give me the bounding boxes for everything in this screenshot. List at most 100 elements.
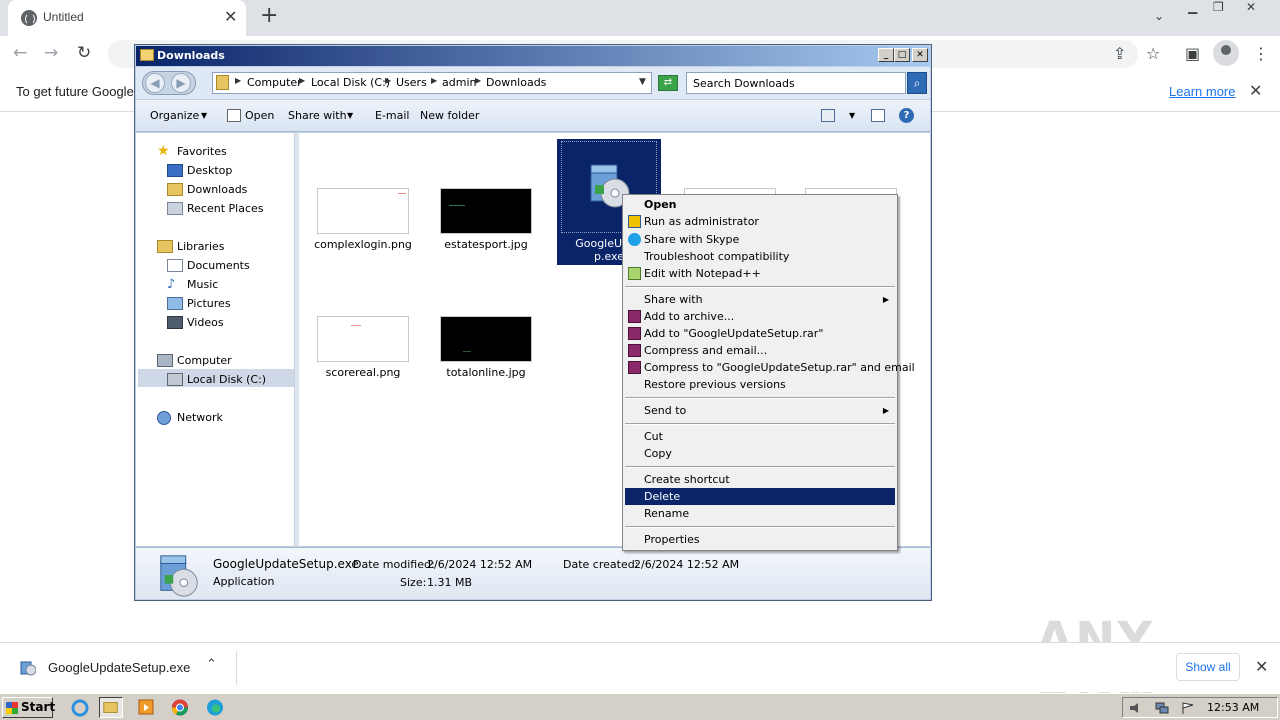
reload-icon[interactable]: ↻ (77, 43, 91, 63)
explorer-address-bar[interactable]: ▶ Computer ▶ Local Disk (C:) ▶ Users ▶ a… (212, 72, 652, 94)
nav-computer[interactable]: Computer (177, 354, 232, 367)
clock[interactable]: 12:53 AM (1207, 701, 1259, 714)
breadcrumb-computer[interactable]: Computer (247, 76, 302, 89)
menu-item-add-rar[interactable]: Add to "GoogleUpdateSetup.rar" (625, 325, 895, 342)
menu-item-properties[interactable]: Properties (625, 531, 895, 548)
nav-documents[interactable]: Documents (187, 259, 250, 272)
menu-item-open[interactable]: Open (625, 196, 895, 213)
breadcrumb-local-disk[interactable]: Local Disk (C:) (311, 76, 390, 89)
nav-videos[interactable]: Videos (187, 316, 224, 329)
restore-icon[interactable]: ❐ (1213, 0, 1224, 14)
file-name[interactable]: totalonline.jpg (431, 366, 541, 379)
email-button[interactable]: E-mail (375, 109, 410, 122)
breadcrumb-downloads[interactable]: Downloads (486, 76, 546, 89)
forward-arrow-icon[interactable]: → (44, 43, 58, 63)
breadcrumb-admin[interactable]: admin (442, 76, 476, 89)
file-thumbnail[interactable] (317, 188, 409, 234)
menu-item-edit-notepad[interactable]: Edit with Notepad++ (625, 265, 895, 282)
internet-explorer-icon[interactable] (68, 697, 92, 718)
explorer-maximize-button[interactable]: □ (894, 48, 910, 62)
address-dropdown-icon[interactable]: ▼ (639, 77, 646, 87)
file-thumbnail[interactable] (440, 316, 532, 362)
volume-icon[interactable] (1129, 702, 1143, 714)
breadcrumb-arrow-icon[interactable]: ▶ (299, 76, 305, 85)
menu-item-cut[interactable]: Cut (625, 428, 895, 445)
help-icon[interactable]: ? (899, 108, 914, 123)
search-input[interactable]: Search Downloads (686, 72, 906, 94)
breadcrumb-arrow-icon[interactable]: ▶ (235, 76, 241, 85)
menu-item-add-archive[interactable]: Add to archive... (625, 308, 895, 325)
menu-item-run-as-admin[interactable]: Run as administrator (625, 213, 895, 230)
menu-item-delete[interactable]: Delete (625, 488, 895, 505)
menu-item-troubleshoot[interactable]: Troubleshoot compatibility (625, 248, 895, 265)
explorer-close-button[interactable]: ✕ (912, 48, 928, 62)
breadcrumb-arrow-icon[interactable]: ▶ (431, 76, 437, 85)
bookmark-star-icon[interactable]: ☆ (1146, 44, 1160, 63)
nav-network[interactable]: Network (177, 411, 223, 424)
side-panel-icon[interactable]: ▣ (1185, 44, 1200, 63)
nav-local-disk[interactable]: Local Disk (C:) (187, 373, 266, 386)
tab-search-chevron-icon[interactable]: ⌄ (1154, 9, 1164, 23)
learn-more-link[interactable]: Learn more (1169, 84, 1235, 99)
nav-favorites[interactable]: Favorites (177, 145, 227, 158)
explorer-forward-icon[interactable]: ▶ (171, 73, 191, 93)
explorer-taskbar-icon[interactable] (99, 697, 123, 718)
menu-item-compress-rar-email[interactable]: Compress to "GoogleUpdateSetup.rar" and … (625, 359, 915, 376)
menu-item-restore[interactable]: Restore previous versions (625, 376, 895, 393)
breadcrumb-arrow-icon[interactable]: ▶ (475, 76, 481, 85)
infobar-close-icon[interactable]: ✕ (1249, 81, 1262, 100)
nav-recent-places[interactable]: Recent Places (187, 202, 264, 215)
refresh-icon[interactable]: ⇄ (658, 75, 678, 91)
close-download-shelf-icon[interactable]: ✕ (1255, 657, 1268, 676)
breadcrumb-users[interactable]: Users (396, 76, 427, 89)
close-tab-icon[interactable]: ✕ (224, 7, 237, 26)
edge-icon[interactable] (203, 697, 227, 718)
minimize-icon[interactable]: ▁ (1188, 0, 1197, 14)
profile-avatar[interactable] (1213, 40, 1239, 66)
window-close-icon[interactable]: ✕ (1246, 0, 1256, 14)
share-icon[interactable]: ⇪ (1113, 44, 1126, 63)
chrome-icon[interactable] (168, 697, 192, 718)
menu-item-share-skype[interactable]: Share with Skype (625, 231, 895, 248)
download-item-name[interactable]: GoogleUpdateSetup.exe (48, 660, 190, 675)
share-with-button[interactable]: Share with (288, 109, 347, 122)
organize-button[interactable]: Organize (150, 109, 199, 122)
breadcrumb-arrow-icon[interactable]: ▶ (385, 76, 391, 85)
menu-item-create-shortcut[interactable]: Create shortcut (625, 471, 895, 488)
media-player-icon[interactable] (134, 697, 158, 718)
file-thumbnail[interactable] (317, 316, 409, 362)
show-all-button[interactable]: Show all (1176, 653, 1240, 681)
view-dropdown-icon[interactable]: ▼ (849, 111, 855, 120)
file-name[interactable]: complexlogin.png (308, 238, 418, 251)
file-name[interactable]: estatesport.jpg (431, 238, 541, 251)
open-button[interactable]: Open (245, 109, 274, 122)
nav-downloads[interactable]: Downloads (187, 183, 247, 196)
menu-item-compress-email[interactable]: Compress and email... (625, 342, 895, 359)
nav-pictures[interactable]: Pictures (187, 297, 231, 310)
network-tray-icon[interactable] (1155, 702, 1169, 714)
explorer-back-icon[interactable]: ◀ (145, 73, 165, 93)
organize-dropdown-icon[interactable]: ▼ (201, 111, 207, 120)
nav-desktop[interactable]: Desktop (187, 164, 232, 177)
file-thumbnail[interactable] (440, 188, 532, 234)
search-icon[interactable]: ⌕ (907, 72, 927, 94)
menu-item-copy[interactable]: Copy (625, 445, 895, 462)
menu-item-share-with[interactable]: Share with ▶ (625, 291, 895, 308)
menu-dots-icon[interactable]: ⋮ (1253, 44, 1269, 63)
explorer-minimize-button[interactable]: _ (878, 48, 894, 62)
explorer-titlebar[interactable]: Downloads _ □ ✕ (136, 46, 930, 66)
chevron-up-icon[interactable]: ⌃ (206, 657, 217, 672)
new-tab-button[interactable]: + (260, 3, 278, 28)
back-arrow-icon[interactable]: ← (13, 43, 27, 63)
start-button[interactable]: Start (2, 697, 55, 718)
view-icon[interactable] (821, 109, 835, 122)
nav-libraries[interactable]: Libraries (177, 240, 225, 253)
menu-item-send-to[interactable]: Send to ▶ (625, 402, 895, 419)
new-folder-button[interactable]: New folder (420, 109, 479, 122)
action-center-flag-icon[interactable] (1181, 702, 1195, 714)
preview-pane-icon[interactable] (871, 109, 885, 122)
menu-item-rename[interactable]: Rename (625, 505, 895, 522)
file-name[interactable]: scorereal.png (308, 366, 418, 379)
nav-music[interactable]: Music (187, 278, 218, 291)
share-dropdown-icon[interactable]: ▼ (347, 111, 353, 120)
